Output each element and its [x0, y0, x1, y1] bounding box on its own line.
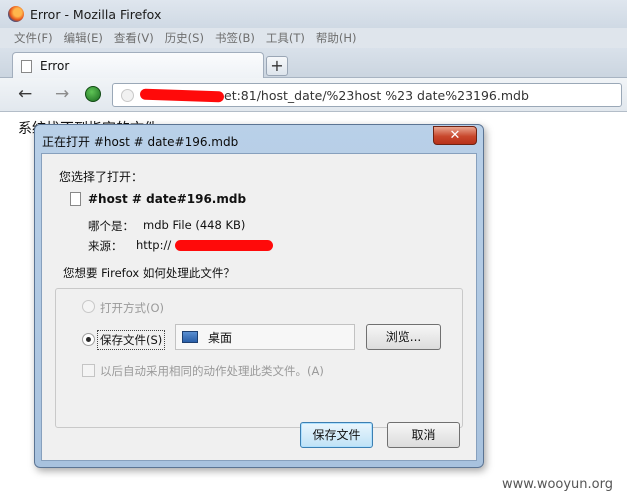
close-button[interactable]: ✕ [433, 126, 477, 145]
source-label: 来源： [88, 239, 123, 253]
new-tab-button[interactable]: + [266, 56, 288, 76]
globe-icon [121, 88, 134, 102]
window-titlebar: Error - Mozilla Firefox [0, 0, 627, 28]
tab-strip: Error + [0, 48, 627, 79]
menu-item-bookmarks[interactable]: 书签(B) [215, 30, 255, 46]
remember-checkbox[interactable] [82, 364, 95, 377]
menu-item-history[interactable]: 历史(S) [165, 30, 204, 46]
dialog-body: 您选择了打开： #host # date#196.mdb 哪个是： mdb Fi… [41, 153, 477, 461]
cancel-button[interactable]: 取消 [387, 422, 460, 448]
url-bar[interactable]: et:81/host_date/%23host %23 date%23196.m… [112, 83, 622, 107]
file-name: #host # date#196.mdb [88, 192, 247, 206]
menu-item-file[interactable]: 文件(F) [14, 30, 53, 46]
redaction-mark [175, 239, 274, 251]
watermark: www.wooyun.org [501, 477, 613, 492]
window-title: Error - Mozilla Firefox [30, 6, 162, 22]
navigation-bar: ← → et:81/host_date/%23host %23 date%231… [0, 78, 627, 112]
file-type-value: mdb File (448 KB) [143, 218, 246, 232]
open-with-radio[interactable] [82, 300, 95, 313]
open-with-label[interactable]: 打开方式(O) [100, 300, 164, 316]
file-type-label: 哪个是： [88, 219, 134, 233]
forward-arrow-icon[interactable]: → [55, 86, 69, 103]
browse-button[interactable]: 浏览... [366, 324, 441, 350]
tab-label: Error [40, 59, 70, 73]
source-url: http:// [136, 238, 172, 252]
save-file-button[interactable]: 保存文件 [300, 422, 373, 448]
save-location-field: 桌面 [175, 324, 355, 350]
intro-text: 您选择了打开： [59, 170, 144, 184]
tab-error[interactable]: Error [12, 52, 264, 79]
save-location-value: 桌面 [208, 330, 233, 345]
save-file-label[interactable]: 保存文件(S) [97, 330, 166, 350]
url-text: et:81/host_date/%23host %23 date%23196.m… [224, 87, 529, 103]
back-arrow-icon[interactable]: ← [18, 86, 32, 103]
page-icon [21, 59, 32, 73]
dialog-title: 正在打开 #host # date#196.mdb [42, 135, 239, 149]
addon-shield-icon[interactable] [85, 86, 101, 102]
desktop-icon [182, 331, 198, 343]
menu-item-tools[interactable]: 工具(T) [266, 30, 305, 46]
save-file-radio[interactable] [82, 333, 95, 346]
open-file-dialog: 正在打开 #host # date#196.mdb ✕ 您选择了打开： #hos… [34, 124, 484, 468]
file-icon [70, 192, 81, 206]
firefox-logo-icon [8, 6, 24, 22]
menu-item-view[interactable]: 查看(V) [114, 30, 154, 46]
action-question: 您想要 Firefox 如何处理此文件？ [61, 265, 237, 281]
remember-label[interactable]: 以后自动采用相同的动作处理此类文件。(A) [100, 363, 324, 379]
menu-item-edit[interactable]: 编辑(E) [64, 30, 103, 46]
menu-item-help[interactable]: 帮助(H) [316, 30, 357, 46]
menu-bar: 文件(F) 编辑(E) 查看(V) 历史(S) 书签(B) 工具(T) 帮助(H… [0, 28, 627, 48]
source-value: http:// [136, 238, 274, 252]
redaction-mark [139, 88, 225, 102]
